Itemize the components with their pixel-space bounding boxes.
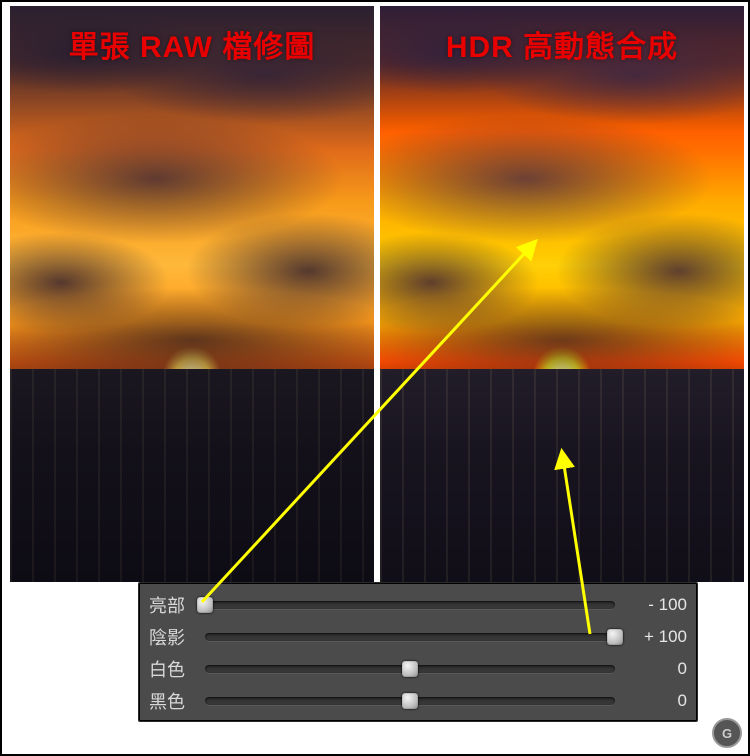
- slider-track-blacks[interactable]: [205, 694, 615, 708]
- photo-right-hdr: HDR 高動態合成: [380, 6, 744, 582]
- image-compare: 單張 RAW 檔修圖 HDR 高動態合成: [10, 6, 744, 582]
- slider-rail: [205, 601, 615, 609]
- slider-knob-highlights[interactable]: [197, 597, 213, 613]
- slider-row-blacks: 黑色 0: [149, 687, 687, 715]
- city-silhouette: [10, 369, 374, 582]
- comparison-frame: 單張 RAW 檔修圖 HDR 高動態合成 亮部 - 100 陰影 + 100: [0, 0, 750, 756]
- caption-right: HDR 高動態合成: [380, 22, 744, 66]
- slider-value-shadows[interactable]: + 100: [623, 627, 687, 647]
- slider-label-whites: 白色: [149, 656, 197, 682]
- photo-left-raw: 單張 RAW 檔修圖: [10, 6, 374, 582]
- slider-track-highlights[interactable]: [205, 598, 615, 612]
- slider-rail: [205, 633, 615, 641]
- slider-label-blacks: 黑色: [149, 688, 197, 714]
- slider-row-whites: 白色 0: [149, 655, 687, 683]
- slider-value-blacks[interactable]: 0: [623, 691, 687, 711]
- slider-knob-blacks[interactable]: [402, 693, 418, 709]
- slider-row-highlights: 亮部 - 100: [149, 591, 687, 619]
- city-silhouette: [380, 369, 744, 582]
- slider-value-highlights[interactable]: - 100: [623, 595, 687, 615]
- watermark-label: G: [722, 726, 732, 741]
- slider-track-whites[interactable]: [205, 662, 615, 676]
- slider-value-whites[interactable]: 0: [623, 659, 687, 679]
- slider-row-shadows: 陰影 + 100: [149, 623, 687, 651]
- slider-knob-whites[interactable]: [402, 661, 418, 677]
- slider-label-highlights: 亮部: [149, 592, 197, 618]
- caption-left: 單張 RAW 檔修圖: [10, 22, 374, 66]
- watermark-badge: G: [712, 718, 742, 748]
- slider-label-shadows: 陰影: [149, 624, 197, 650]
- slider-track-shadows[interactable]: [205, 630, 615, 644]
- slider-knob-shadows[interactable]: [607, 629, 623, 645]
- tone-sliders-panel: 亮部 - 100 陰影 + 100 白色 0 黑色: [138, 582, 698, 722]
